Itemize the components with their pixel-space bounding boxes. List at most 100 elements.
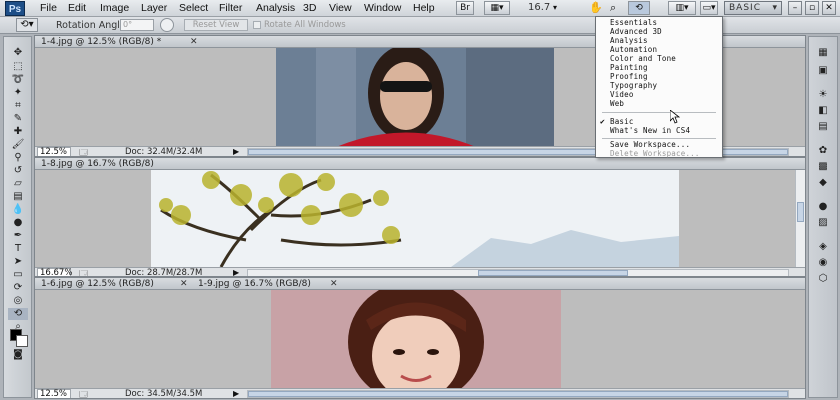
workspace-item-video[interactable]: Video (610, 90, 634, 99)
workspace-item-basic[interactable]: Basic (610, 117, 634, 126)
move-tool-icon[interactable]: ✥ (8, 47, 28, 59)
menu-select[interactable]: Select (179, 2, 208, 14)
menu-window[interactable]: Window (364, 2, 401, 14)
shape-tool-icon[interactable]: ▭ (8, 269, 28, 281)
menu-filter[interactable]: Filter (219, 2, 242, 14)
reset-view-button[interactable]: Reset View (184, 19, 248, 31)
workspace-item-analysis[interactable]: Analysis (610, 36, 648, 45)
gradient-tool-icon[interactable]: ▤ (8, 191, 28, 203)
workspace-item-essentials[interactable]: Essentials (610, 18, 657, 27)
workspace-item-painting[interactable]: Painting (610, 63, 648, 72)
status-menu-arrow-icon[interactable]: ▶ (233, 147, 239, 156)
lasso-tool-icon[interactable]: ➰ (8, 74, 28, 86)
dodge-tool-icon[interactable]: ● (8, 217, 28, 229)
document-tab-label-4[interactable]: 1-9.jpg @ 16.7% (RGB/8) (198, 279, 311, 289)
workspace-item-color-and-tone[interactable]: Color and Tone (610, 54, 676, 63)
info-panel-icon[interactable]: ▤ (816, 121, 830, 132)
clone-source-panel-icon[interactable]: ▨ (816, 217, 830, 228)
screen-mode-icon[interactable]: ▭▾ (700, 1, 718, 15)
paths-panel-icon[interactable]: ⬡ (816, 273, 830, 284)
healing-brush-icon[interactable]: ✚ (8, 126, 28, 138)
menu-layer[interactable]: Layer (141, 2, 167, 14)
rotation-angle-input[interactable]: 0° (120, 19, 154, 31)
horizontal-scrollbar[interactable] (247, 390, 789, 398)
pen-tool-icon[interactable]: ✒ (8, 230, 28, 242)
rotate-all-windows-checkbox[interactable] (253, 21, 261, 29)
workspace-item-web[interactable]: Web (610, 99, 624, 108)
menu-3d[interactable]: 3D (303, 2, 316, 14)
bridge-icon[interactable]: Br (456, 1, 474, 15)
status-menu-arrow-icon[interactable]: ▶ (233, 268, 239, 276)
clone-stamp-icon[interactable]: ⚲ (8, 152, 28, 164)
status-zoom-field[interactable]: 16.67% (37, 268, 72, 276)
vertical-scrollbar[interactable] (795, 170, 805, 267)
swatches-panel-icon[interactable]: ✿ (816, 145, 830, 156)
history-brush-icon[interactable]: ↺ (8, 165, 28, 177)
history-panel-icon[interactable]: ▦ (816, 47, 830, 58)
blur-tool-icon[interactable]: 💧 (8, 204, 28, 216)
close-icon[interactable]: ✕ (190, 37, 198, 47)
rotate-view-tool-icon[interactable]: ⟲▾ (16, 18, 38, 32)
menu-analysis[interactable]: Analysis (256, 2, 295, 14)
scroll-thumb[interactable] (248, 391, 788, 397)
channels-panel-icon[interactable]: ◉ (816, 257, 830, 268)
scroll-thumb[interactable] (478, 270, 628, 276)
minimize-icon[interactable]: – (788, 1, 802, 15)
crop-tool-icon[interactable]: ⌗ (8, 100, 28, 112)
brush-tool-icon[interactable]: 🖌 (8, 139, 28, 151)
workspace-item-whats-new[interactable]: What's New in CS4 (610, 126, 690, 135)
canvas-area[interactable] (35, 170, 805, 267)
background-color-swatch[interactable] (16, 335, 28, 347)
eraser-tool-icon[interactable]: ▱ (8, 178, 28, 190)
workspace-item-automation[interactable]: Automation (610, 45, 657, 54)
path-selection-icon[interactable]: ➤ (8, 256, 28, 268)
type-tool-icon[interactable]: T (8, 243, 28, 255)
workspace-item-proofing[interactable]: Proofing (610, 72, 648, 81)
scroll-thumb[interactable] (797, 202, 804, 222)
color-panel-icon[interactable]: ◆ (816, 177, 830, 188)
workspace-item-advanced-3d[interactable]: Advanced 3D (610, 27, 662, 36)
zoom-tool-icon[interactable]: ⌕ (610, 1, 616, 15)
document-tab-label[interactable]: 1-6.jpg @ 12.5% (RGB/8) (41, 279, 154, 289)
menu-view[interactable]: View (329, 2, 352, 14)
rotation-dial-icon[interactable] (160, 18, 174, 32)
document-tab-2[interactable]: 1-8.jpg @ 16.7% (RGB/8) (35, 158, 805, 170)
canvas-area[interactable] (35, 290, 805, 389)
magic-wand-icon[interactable]: ✦ (8, 87, 28, 99)
workspace-item-typography[interactable]: Typography (610, 81, 657, 90)
view-extras-icon[interactable]: ▦▾ (484, 1, 510, 15)
delete-workspace-item[interactable]: Delete Workspace... (610, 149, 700, 158)
marquee-tool-icon[interactable]: ⬚ (8, 61, 28, 73)
save-workspace-item[interactable]: Save Workspace... (610, 140, 690, 149)
close-icon[interactable]: ✕ (330, 279, 338, 289)
menu-edit[interactable]: Edit (68, 2, 86, 14)
adjustments-panel-icon[interactable]: ☀ (816, 89, 830, 100)
horizontal-scrollbar[interactable] (247, 269, 789, 276)
styles-panel-icon[interactable]: ▩ (816, 161, 830, 172)
close-icon[interactable]: ✕ (180, 279, 188, 289)
rotate-view-tool-icon[interactable]: ⟲ (8, 308, 28, 320)
close-icon[interactable]: ✕ (822, 1, 836, 15)
arrange-documents-icon[interactable]: ▥▾ (668, 1, 696, 15)
chevron-down-icon[interactable]: ▾ (553, 3, 557, 12)
brushes-panel-icon[interactable]: ● (816, 201, 830, 212)
layers-panel-icon[interactable]: ◈ (816, 241, 830, 252)
3d-rotate-icon[interactable]: ⟳ (8, 282, 28, 294)
workspace-switcher-button[interactable]: BASIC ▾ (724, 1, 782, 15)
menu-file[interactable]: File (40, 2, 57, 14)
eyedropper-icon[interactable]: ✎ (8, 113, 28, 125)
3d-orbit-icon[interactable]: ◎ (8, 295, 28, 307)
zoom-level[interactable]: 16.7 (528, 2, 550, 13)
hand-tool-icon[interactable]: ✋ (589, 1, 603, 14)
menu-help[interactable]: Help (413, 2, 435, 14)
rotate-all-windows-label: Rotate All Windows (264, 20, 346, 30)
status-zoom-field[interactable]: 12.5% (37, 389, 71, 398)
status-zoom-field[interactable]: 12.5% (37, 147, 71, 156)
restore-icon[interactable]: ▫ (805, 1, 819, 15)
status-menu-arrow-icon[interactable]: ▶ (233, 389, 239, 398)
rotate-view-icon[interactable]: ⟲ (628, 1, 650, 15)
menu-image[interactable]: Image (100, 2, 129, 14)
masks-panel-icon[interactable]: ◧ (816, 105, 830, 116)
quick-mask-icon[interactable]: ◙ (8, 349, 28, 361)
navigator-panel-icon[interactable]: ▣ (816, 65, 830, 76)
